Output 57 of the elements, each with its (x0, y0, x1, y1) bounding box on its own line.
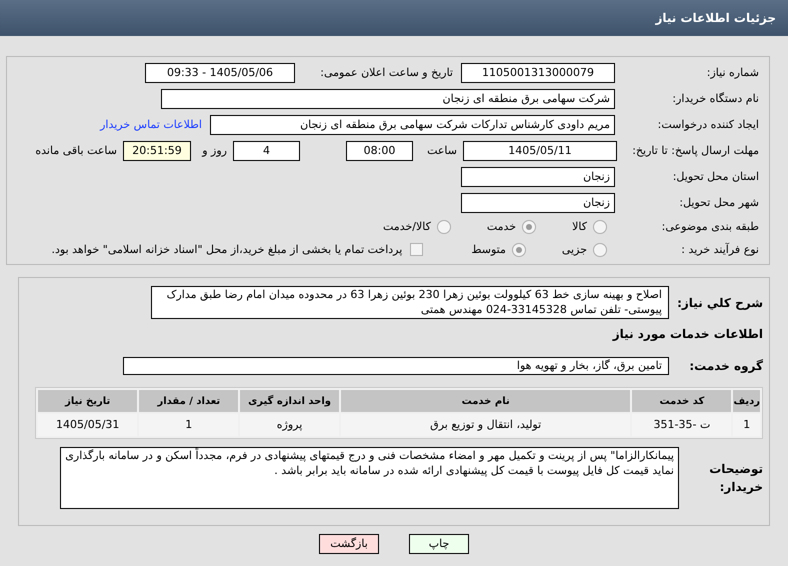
field-label: تاریخ و ساعت اعلان عمومی: (319, 64, 453, 81)
radio-label: خدمت (486, 219, 516, 235)
deadline-date-field: 1405/05/11 (463, 141, 617, 161)
field-label: شهر محل تحویل: (678, 194, 759, 211)
page-title: جزئیات اطلاعات نیاز (655, 10, 776, 27)
radio-button[interactable] (522, 220, 536, 234)
radio-label: کالا/خدمت (383, 219, 431, 235)
description-label: شرح کلي نياز: (676, 295, 763, 312)
radio-button[interactable] (436, 220, 451, 234)
service-group-label: گروه خدمت: (688, 358, 763, 375)
radio-label: جزیی (562, 242, 587, 258)
column-header: تاریخ نیاز (38, 390, 138, 412)
days-field: 4 (233, 141, 300, 161)
contact-link[interactable]: اطلاعات تماس خریدار (100, 116, 202, 134)
section-title: اطلاعات خدمات مورد نیاز (611, 326, 763, 343)
field-label: طبقه بندی موضوعی: (660, 219, 759, 235)
buyer-notes-label: توضیحات خریدار: (708, 461, 763, 496)
table-cell: 1 (139, 414, 238, 436)
back-button[interactable]: بازگشت (319, 534, 379, 554)
city-field: زنجان (461, 193, 615, 213)
table-cell: ت -35-351 (632, 414, 732, 436)
table-cell: پروژه (240, 414, 339, 436)
remaining-time-field: 20:51:59 (123, 141, 191, 161)
print-button[interactable]: چاپ (409, 534, 469, 554)
days-label: روز و (200, 142, 227, 159)
creator-field: مریم داودی کارشناس تدارکات شرکت سهامی برق منطقه ای زنجان (210, 115, 615, 135)
deadline-time-field: 08:00 (346, 141, 413, 161)
service-group-field: تامین برق، گاز، بخار و تهویه هوا (123, 357, 669, 375)
description-box: اصلاح و بهینه سازی خط 63 کیلوولت بوئین زهرا 230 بوئین زهرا 63 در محدوده میدان امام رضا طبق مدارک پیوستی- تلفن تماس 33145328-024 مهندس همتی (151, 286, 669, 319)
column-header: تعداد / مقدار (139, 390, 238, 412)
column-header: نام خدمت (340, 390, 630, 412)
buyer-notes-box: پیمانکارالزاما" پس از پرینت و تکمیل مهر و امضاء مشخصات فنی و درج قیمتهای پیشنهادی در فرم، مجدداً اسکن و در سامانه بارگذاری نماید قیمت کل فایل پیوست با قیمت کل پیشنهادی ارائه شده در سامانه باید برابر باشد . (60, 447, 679, 509)
radio-button[interactable] (593, 242, 607, 257)
remaining-label: ساعت باقی مانده (35, 142, 117, 159)
field-label: ایجاد کننده درخواست: (656, 116, 759, 133)
buyer-field: شرکت سهامی برق منطقه ای زنجان (161, 89, 615, 109)
radio-label: کالا (572, 219, 587, 235)
checkbox[interactable] (410, 243, 424, 256)
field-label: استان محل تحویل: (672, 168, 759, 185)
radio-button[interactable] (593, 220, 607, 234)
field-label: شماره نیاز: (706, 64, 759, 81)
province-field: زنجان (461, 167, 615, 187)
payment-text: پرداخت تمام یا بخشی از مبلغ خرید،از محل "اسناد خزانه اسلامی" خواهد بود. (52, 242, 402, 258)
field-label: نام دستگاه خریدار: (671, 90, 759, 107)
announce-date-field: 1405/05/06 - 09:33 (145, 63, 295, 83)
table-cell: 1405/05/31 (38, 414, 138, 436)
table-cell: تولید، انتقال و توزیع برق (340, 414, 630, 436)
radio-button[interactable] (512, 242, 526, 257)
field-label: نوع فرآیند خرید : (680, 242, 759, 258)
time-label: ساعت (426, 142, 457, 159)
column-header: واحد اندازه گیری (240, 390, 339, 412)
radio-label: متوسط (471, 242, 506, 258)
need-number-field: 1105001313000079 (461, 63, 615, 83)
field-label: مهلت ارسال پاسخ: تا تاریخ: (631, 142, 759, 159)
table-cell: 1 (733, 414, 760, 436)
column-header: کد خدمت (632, 390, 732, 412)
column-header: ردیف (733, 390, 760, 412)
